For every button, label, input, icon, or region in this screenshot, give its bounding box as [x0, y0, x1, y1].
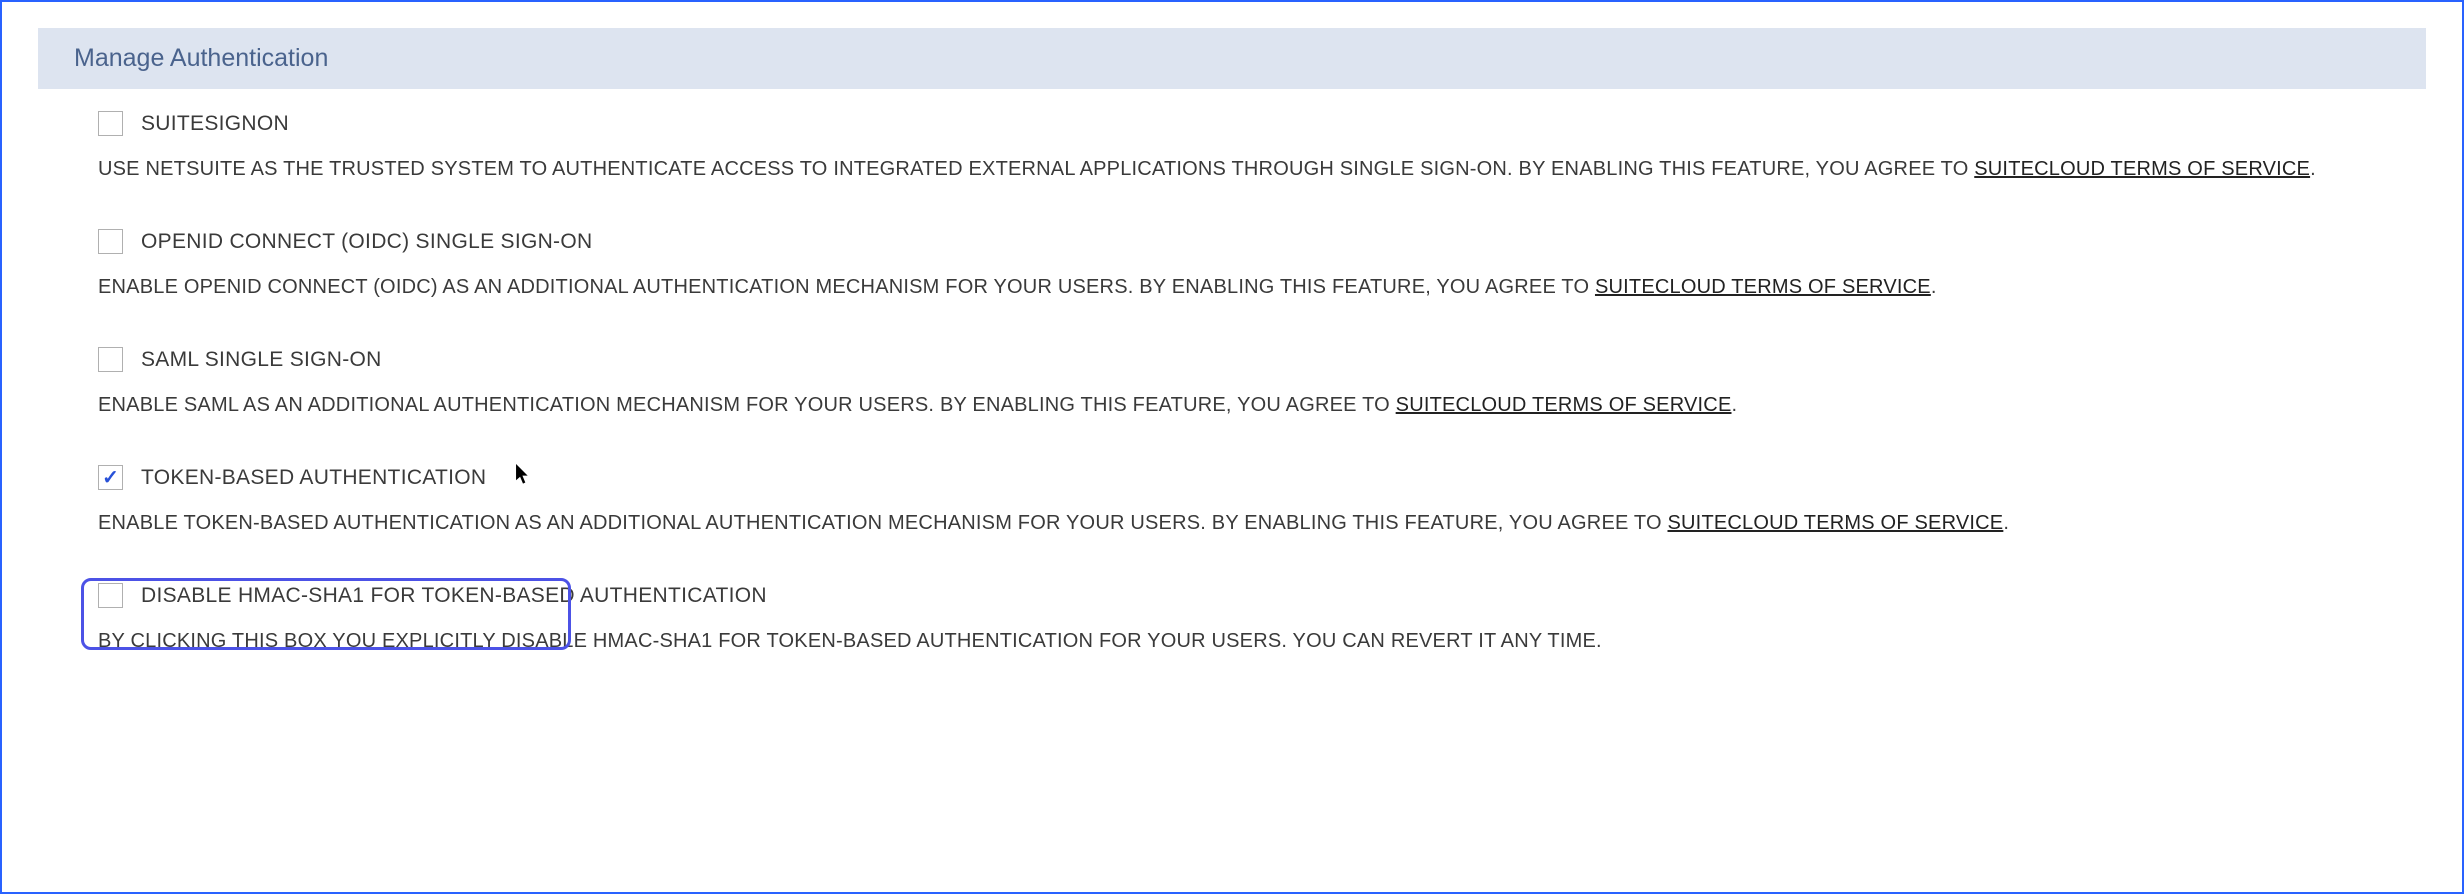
desc-suffix: .: [2003, 512, 2009, 534]
tos-link-saml[interactable]: SUITECLOUD TERMS OF SERVICE: [1396, 394, 1732, 416]
desc-suffix: .: [1931, 276, 1937, 298]
label-token-based-auth: TOKEN-BASED AUTHENTICATION: [141, 466, 486, 490]
feature-token-based-auth: TOKEN-BASED AUTHENTICATION ENABLE TOKEN-…: [38, 465, 2426, 539]
tos-link-oidc[interactable]: SUITECLOUD TERMS OF SERVICE: [1595, 276, 1931, 298]
feature-disable-hmac-sha1: DISABLE HMAC-SHA1 FOR TOKEN-BASED AUTHEN…: [38, 583, 2426, 657]
description-disable-hmac-sha1: BY CLICKING THIS BOX YOU EXPLICITLY DISA…: [98, 626, 2366, 657]
checkbox-saml[interactable]: [98, 347, 123, 372]
desc-prefix: ENABLE SAML AS AN ADDITIONAL AUTHENTICAT…: [98, 394, 1396, 416]
feature-oidc: OPENID CONNECT (OIDC) SINGLE SIGN-ON ENA…: [38, 229, 2426, 303]
description-suitesignon: USE NETSUITE AS THE TRUSTED SYSTEM TO AU…: [98, 154, 2366, 185]
feature-saml: SAML SINGLE SIGN-ON ENABLE SAML AS AN AD…: [38, 347, 2426, 421]
label-saml: SAML SINGLE SIGN-ON: [141, 348, 382, 372]
label-oidc: OPENID CONNECT (OIDC) SINGLE SIGN-ON: [141, 230, 592, 254]
desc-prefix: ENABLE OPENID CONNECT (OIDC) AS AN ADDIT…: [98, 276, 1595, 298]
checkbox-disable-hmac-sha1[interactable]: [98, 583, 123, 608]
description-saml: ENABLE SAML AS AN ADDITIONAL AUTHENTICAT…: [98, 390, 2366, 421]
desc-suffix: .: [2310, 158, 2316, 180]
desc-suffix: .: [1732, 394, 1738, 416]
desc-prefix: ENABLE TOKEN-BASED AUTHENTICATION AS AN …: [98, 512, 1668, 534]
checkbox-suitesignon[interactable]: [98, 111, 123, 136]
description-oidc: ENABLE OPENID CONNECT (OIDC) AS AN ADDIT…: [98, 272, 2366, 303]
desc-prefix: USE NETSUITE AS THE TRUSTED SYSTEM TO AU…: [98, 158, 1974, 180]
label-disable-hmac-sha1: DISABLE HMAC-SHA1 FOR TOKEN-BASED AUTHEN…: [141, 584, 767, 608]
feature-suitesignon: SUITESIGNON USE NETSUITE AS THE TRUSTED …: [38, 111, 2426, 185]
checkbox-oidc[interactable]: [98, 229, 123, 254]
label-suitesignon: SUITESIGNON: [141, 112, 289, 136]
checkbox-token-based-auth[interactable]: [98, 465, 123, 490]
section-header: Manage Authentication: [38, 28, 2426, 89]
description-token-based-auth: ENABLE TOKEN-BASED AUTHENTICATION AS AN …: [98, 508, 2366, 539]
tos-link-suitesignon[interactable]: SUITECLOUD TERMS OF SERVICE: [1974, 158, 2310, 180]
section-title: Manage Authentication: [74, 44, 2390, 73]
tos-link-token-based-auth[interactable]: SUITECLOUD TERMS OF SERVICE: [1668, 512, 2004, 534]
desc-text: BY CLICKING THIS BOX YOU EXPLICITLY DISA…: [98, 630, 1602, 652]
